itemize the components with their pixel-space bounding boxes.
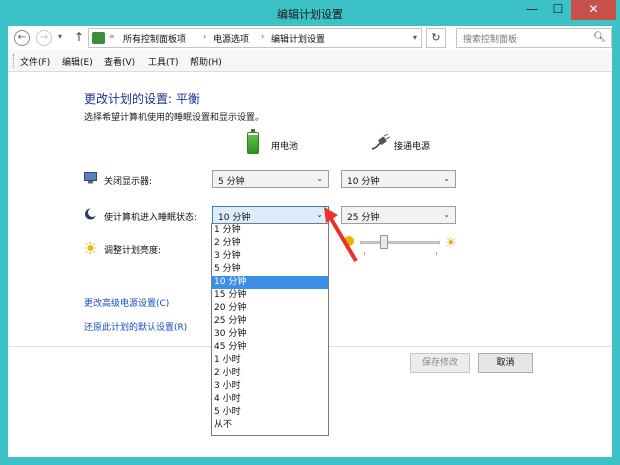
close-button[interactable]: ✕ (571, 0, 616, 20)
dropdown-option[interactable]: 15 分钟 (212, 289, 328, 302)
control-panel-icon (92, 32, 105, 44)
sleep-battery-value: 10 分钟 (218, 213, 251, 223)
up-button[interactable]: ↑ (74, 30, 84, 44)
annotation-arrow-icon (324, 207, 358, 263)
dropdown-option[interactable]: 5 小时 (212, 406, 328, 419)
slider-tick (364, 252, 365, 255)
search-icon[interactable]: 🔍︎ (593, 32, 606, 43)
dropdown-option[interactable]: 从不 (212, 419, 328, 432)
maximize-button[interactable]: ☐ (545, 0, 571, 20)
dropdown-option[interactable]: 20 分钟 (212, 302, 328, 315)
brightness-high-icon: ☀︎ (445, 236, 457, 251)
sleep-label: 使计算机进入睡眠状态: (104, 213, 198, 223)
search-placeholder: 搜索控制面板 (463, 35, 518, 45)
restore-defaults-link[interactable]: 还原此计划的默认设置(R) (84, 320, 187, 333)
breadcrumb-separator[interactable]: › (203, 32, 206, 41)
address-dropdown[interactable]: ▾ (413, 33, 417, 42)
plugged-in-label: 接通电源 (394, 142, 431, 152)
dropdown-option[interactable]: 30 分钟 (212, 328, 328, 341)
on-battery-label: 用电池 (271, 142, 299, 152)
breadcrumb-overflow[interactable]: « (109, 32, 115, 42)
battery-icon (247, 129, 259, 154)
sleep-moon-icon (85, 208, 97, 220)
menu-grip (13, 54, 15, 68)
minimize-button[interactable]: — (519, 0, 545, 20)
brightness-slider-thumb[interactable] (380, 235, 388, 249)
back-button[interactable]: ← (14, 30, 30, 46)
dropdown-option[interactable]: 1 分钟 (212, 224, 328, 237)
dropdown-option[interactable]: 25 分钟 (212, 315, 328, 328)
plug-icon (371, 134, 390, 150)
cancel-button[interactable]: 取消 (478, 353, 533, 373)
brightness-sun-icon (84, 242, 97, 254)
slider-tick (436, 252, 437, 255)
sleep-options-dropdown[interactable]: 1 分钟 2 分钟 3 分钟 5 分钟 10 分钟 15 分钟 20 分钟 25… (211, 223, 329, 436)
breadcrumb-separator[interactable]: › (261, 32, 264, 41)
breadcrumb-edit-plan[interactable]: 编辑计划设置 (271, 32, 325, 45)
dropdown-option[interactable]: 2 小时 (212, 367, 328, 380)
dropdown-option[interactable]: 4 小时 (212, 393, 328, 406)
address-bar[interactable]: « 所有控制面板项 › 电源选项 › 编辑计划设置 ▾ (88, 28, 422, 48)
search-input[interactable]: 搜索控制面板 🔍︎ (456, 28, 612, 48)
display-plugged-select[interactable]: 10 分钟 ⌄ (341, 170, 456, 188)
dropdown-option[interactable]: 45 分钟 (212, 341, 328, 354)
menu-tools[interactable]: 工具(T) (148, 55, 179, 68)
chevron-down-icon: ⌄ (443, 210, 450, 219)
dropdown-option[interactable]: 3 小时 (212, 380, 328, 393)
menu-file[interactable]: 文件(F) (20, 55, 50, 68)
dropdown-option[interactable]: 2 分钟 (212, 237, 328, 250)
display-battery-select[interactable]: 5 分钟 ⌄ (212, 170, 329, 188)
display-icon (84, 172, 97, 184)
recent-pages-dropdown[interactable]: ▾ (58, 32, 62, 41)
display-plugged-value: 10 分钟 (347, 177, 380, 187)
menu-bar: 文件(F) 编辑(E) 查看(V) 工具(T) 帮助(H) (8, 50, 612, 72)
chevron-down-icon: ⌄ (316, 174, 323, 183)
chevron-down-icon: ⌄ (443, 174, 450, 183)
turn-off-display-label: 关闭显示器: (104, 177, 153, 187)
sleep-battery-select[interactable]: 10 分钟 ⌄ (212, 206, 329, 224)
dropdown-option[interactable]: 1 小时 (212, 354, 328, 367)
page-description: 选择希望计算机使用的睡眠设置和显示设置。 (84, 113, 265, 123)
page-title: 更改计划的设置: 平衡 (84, 92, 200, 106)
dropdown-option[interactable]: 3 分钟 (212, 250, 328, 263)
brightness-label: 调整计划亮度: (104, 246, 162, 256)
forward-button[interactable]: → (36, 30, 52, 46)
window: 编辑计划设置 — ☐ ✕ ← → ▾ ↑ « 所有控制面板项 › 电源选项 › … (0, 0, 620, 465)
display-battery-value: 5 分钟 (218, 177, 245, 187)
brightness-slider-track[interactable] (360, 241, 440, 244)
dropdown-option[interactable]: 5 分钟 (212, 263, 328, 276)
breadcrumb-all-items[interactable]: 所有控制面板项 (123, 32, 186, 45)
menu-view[interactable]: 查看(V) (104, 55, 135, 68)
refresh-button[interactable]: ↻ (426, 28, 446, 48)
dropdown-option-selected[interactable]: 10 分钟 (212, 276, 328, 289)
save-changes-button[interactable]: 保存修改 (410, 353, 470, 373)
breadcrumb-power-options[interactable]: 电源选项 (213, 32, 249, 45)
menu-help[interactable]: 帮助(H) (190, 55, 222, 68)
menu-edit[interactable]: 编辑(E) (62, 55, 93, 68)
title-bar: 编辑计划设置 — ☐ ✕ (0, 0, 620, 26)
advanced-power-settings-link[interactable]: 更改高级电源设置(C) (84, 296, 169, 309)
navigation-bar: ← → ▾ ↑ « 所有控制面板项 › 电源选项 › 编辑计划设置 ▾ ↻ 搜索… (8, 26, 612, 50)
